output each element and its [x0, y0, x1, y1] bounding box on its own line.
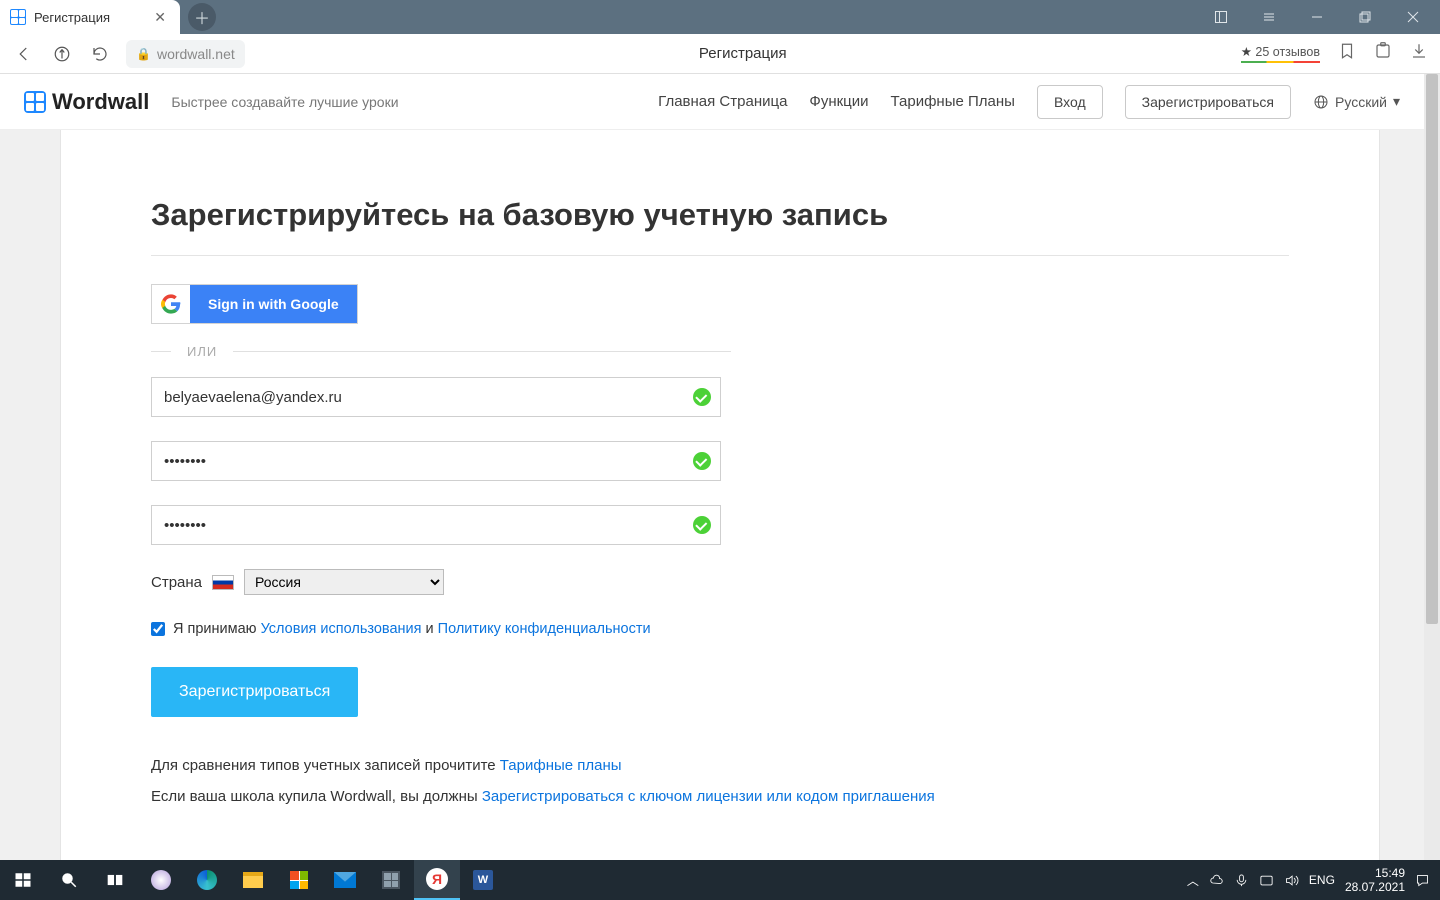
logo-text: Wordwall: [52, 89, 149, 115]
logo[interactable]: Wordwall: [24, 89, 149, 115]
or-separator: ИЛИ: [151, 344, 731, 359]
privacy-link[interactable]: Политику конфиденциальности: [438, 621, 651, 637]
url-text: wordwall.net: [157, 46, 235, 62]
window-sidebar-icon[interactable]: [1198, 0, 1244, 34]
page-card: Зарегистрируйтесь на базовую учетную зап…: [60, 86, 1380, 860]
and-text: и: [426, 621, 434, 637]
search-icon[interactable]: [46, 860, 92, 900]
country-row: Страна Россия: [151, 569, 1289, 595]
confirm-password-field-wrapper: [151, 505, 721, 545]
compare-accounts-text: Для сравнения типов учетных записей проч…: [151, 757, 1289, 774]
task-view-icon[interactable]: [92, 860, 138, 900]
lock-icon: 🔒: [136, 47, 151, 61]
window-minimize-button[interactable]: [1294, 0, 1340, 34]
tray-clock[interactable]: 15:49 28.07.2021: [1345, 866, 1405, 895]
login-button[interactable]: Вход: [1037, 85, 1103, 119]
russia-flag-icon: [212, 575, 234, 590]
chevron-down-icon: ▾: [1393, 93, 1400, 110]
tray-chevron-up-icon[interactable]: ︿: [1187, 872, 1199, 889]
divider: [151, 255, 1289, 256]
nav-home[interactable]: Главная Страница: [658, 93, 787, 110]
password-field[interactable]: [151, 441, 721, 481]
password-field-wrapper: [151, 441, 721, 481]
check-icon: [693, 388, 711, 406]
windows-taskbar: Я W ︿ ENG 15:49 28.07.2021: [0, 860, 1440, 900]
taskbar-app-yandex[interactable]: [138, 860, 184, 900]
page-title: Регистрация: [259, 45, 1227, 62]
scrollbar-thumb[interactable]: [1426, 74, 1438, 624]
logo-icon: [24, 91, 46, 113]
school-license-text: Если ваша школа купила Wordwall, вы долж…: [151, 788, 1289, 805]
downloads-icon[interactable]: [1410, 42, 1428, 65]
volume-icon[interactable]: [1284, 873, 1299, 888]
wordwall-favicon: [10, 9, 26, 25]
window-close-button[interactable]: [1390, 0, 1436, 34]
taskbar-app-edge[interactable]: [184, 860, 230, 900]
signup-button[interactable]: Зарегистрироваться: [1125, 85, 1291, 119]
pricing-plans-link[interactable]: Тарифные планы: [500, 757, 622, 774]
taskbar-app-store[interactable]: [276, 860, 322, 900]
or-text: ИЛИ: [187, 344, 217, 359]
google-signin-label: Sign in with Google: [190, 285, 357, 323]
browser-tab[interactable]: Регистрация ✕: [0, 0, 180, 34]
taskbar-app-calculator[interactable]: [368, 860, 414, 900]
tab-close-icon[interactable]: ✕: [150, 7, 170, 28]
extensions-icon[interactable]: [1374, 42, 1392, 65]
touchpad-icon[interactable]: [1259, 873, 1274, 888]
address-bar[interactable]: 🔒 wordwall.net: [126, 40, 245, 68]
window-menu-icon[interactable]: [1246, 0, 1292, 34]
email-field-wrapper: [151, 377, 721, 417]
taskbar-app-explorer[interactable]: [230, 860, 276, 900]
submit-button[interactable]: Зарегистрироваться: [151, 667, 358, 717]
onedrive-icon[interactable]: [1209, 873, 1224, 888]
bookmark-icon[interactable]: [1338, 42, 1356, 65]
browser-toolbar: 🔒 wordwall.net Регистрация 25 отзывов: [0, 34, 1440, 74]
terms-row: Я принимаю Условия использования и Полит…: [151, 621, 1289, 637]
taskbar-app-mail[interactable]: [322, 860, 368, 900]
confirm-password-field[interactable]: [151, 505, 721, 545]
google-icon: [152, 285, 190, 323]
window-maximize-button[interactable]: [1342, 0, 1388, 34]
reviews-badge[interactable]: 25 отзывов: [1241, 44, 1320, 63]
taskbar-app-yandex-browser[interactable]: Я: [414, 860, 460, 900]
taskbar-apps: Я W: [138, 860, 506, 900]
tab-title: Регистрация: [34, 10, 142, 25]
terms-link[interactable]: Условия использования: [261, 621, 422, 637]
site-nav: Главная Страница Функции Тарифные Планы …: [658, 85, 1400, 119]
nav-plans[interactable]: Тарифные Планы: [891, 93, 1015, 110]
window-buttons: [1198, 0, 1440, 34]
microphone-icon[interactable]: [1234, 873, 1249, 888]
language-label: Русский: [1335, 94, 1387, 110]
tray-language[interactable]: ENG: [1309, 873, 1335, 887]
google-signin-button[interactable]: Sign in with Google: [151, 284, 358, 324]
taskbar-app-word[interactable]: W: [460, 860, 506, 900]
check-icon: [693, 516, 711, 534]
notifications-icon[interactable]: [1415, 873, 1430, 888]
signup-form: Зарегистрируйтесь на базовую учетную зап…: [61, 147, 1379, 859]
form-heading: Зарегистрируйтесь на базовую учетную зап…: [151, 197, 1289, 233]
terms-checkbox[interactable]: [151, 622, 165, 636]
email-field[interactable]: [151, 377, 721, 417]
start-button[interactable]: [0, 860, 46, 900]
language-selector[interactable]: Русский ▾: [1313, 93, 1400, 110]
tagline: Быстрее создавайте лучшие уроки: [171, 94, 398, 110]
vertical-scrollbar[interactable]: [1424, 74, 1440, 860]
accept-prefix: Я принимаю: [173, 621, 257, 637]
country-label: Страна: [151, 574, 202, 591]
reload-button[interactable]: [88, 42, 112, 66]
viewport: Wordwall Быстрее создавайте лучшие уроки…: [0, 74, 1440, 860]
site-header: Wordwall Быстрее создавайте лучшие уроки…: [0, 74, 1424, 130]
window-titlebar: Регистрация ✕ ＋: [0, 0, 1440, 34]
system-tray: ︿ ENG 15:49 28.07.2021: [1177, 866, 1440, 895]
license-key-link[interactable]: Зарегистрироваться с ключом лицензии или…: [482, 788, 935, 805]
globe-icon: [1313, 94, 1329, 110]
country-select[interactable]: Россия: [244, 569, 444, 595]
check-icon: [693, 452, 711, 470]
back-button[interactable]: [12, 42, 36, 66]
yandex-home-button[interactable]: [50, 42, 74, 66]
nav-features[interactable]: Функции: [809, 93, 868, 110]
new-tab-button[interactable]: ＋: [188, 3, 216, 31]
